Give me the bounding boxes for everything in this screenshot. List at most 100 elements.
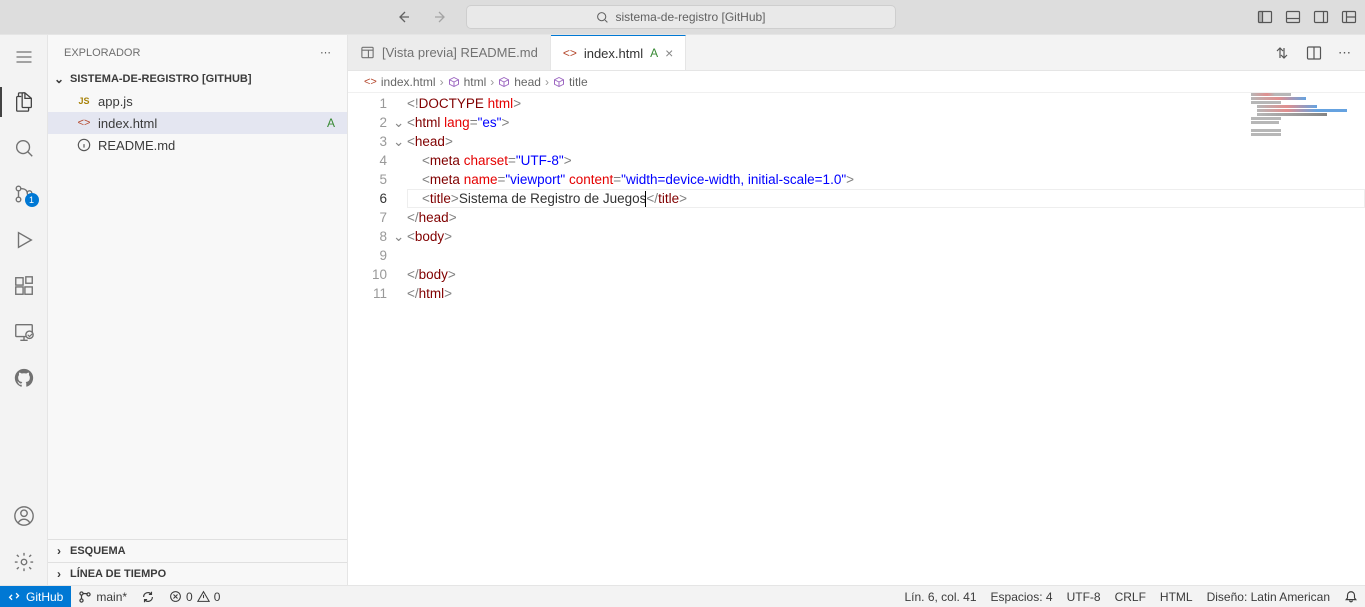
run-debug-icon[interactable] bbox=[0, 229, 48, 251]
file-label: index.html bbox=[98, 116, 157, 131]
branch-icon bbox=[78, 590, 92, 604]
js-icon: JS bbox=[76, 96, 92, 106]
preview-icon bbox=[360, 45, 375, 60]
breadcrumb-separator: › bbox=[440, 75, 444, 89]
github-icon[interactable] bbox=[0, 367, 48, 389]
indentation[interactable]: Espacios: 4 bbox=[984, 590, 1060, 604]
remote-indicator[interactable]: GitHub bbox=[0, 586, 71, 607]
main-area: 1 EXPLORADOR bbox=[0, 35, 1365, 585]
encoding[interactable]: UTF-8 bbox=[1060, 590, 1108, 604]
tab-label: [Vista previa] README.md bbox=[382, 45, 538, 60]
sidebar-explorer: EXPLORADOR ⋯ ⌄ SISTEMA-DE-REGISTRO [GITH… bbox=[48, 35, 348, 585]
symbol-icon bbox=[498, 76, 510, 88]
tab-bar: [Vista previa] README.md <> index.html A × ⋯ bbox=[348, 35, 1365, 71]
branch-name: main* bbox=[96, 590, 127, 604]
breadcrumb-separator: › bbox=[545, 75, 549, 89]
chevron-right-icon: › bbox=[52, 544, 66, 558]
code-lines[interactable]: <!DOCTYPE html><html lang="es"><head> <m… bbox=[407, 93, 1365, 585]
layout-controls bbox=[1257, 9, 1357, 25]
sync-icon bbox=[141, 590, 155, 604]
search-activity-icon[interactable] bbox=[0, 137, 48, 159]
chevron-right-icon: › bbox=[52, 567, 66, 581]
git-status-letter: A bbox=[650, 46, 658, 60]
branch-indicator[interactable]: main* bbox=[71, 590, 134, 604]
split-editor-icon[interactable] bbox=[1306, 45, 1322, 61]
file-item[interactable]: JS app.js bbox=[48, 90, 347, 112]
info-icon bbox=[76, 138, 92, 152]
notifications-icon[interactable] bbox=[1337, 590, 1365, 604]
tab-actions: ⋯ bbox=[1274, 35, 1365, 70]
eol[interactable]: CRLF bbox=[1108, 590, 1153, 604]
close-tab-icon[interactable]: × bbox=[665, 45, 673, 61]
timeline-section[interactable]: › LÍNEA DE TIEMPO bbox=[48, 562, 347, 585]
command-center-search[interactable]: sistema-de-registro [GitHub] bbox=[466, 5, 896, 29]
toggle-secondary-sidebar-icon[interactable] bbox=[1313, 9, 1329, 25]
line-gutter: 1234567891011 bbox=[348, 93, 393, 585]
accounts-icon[interactable] bbox=[0, 505, 48, 527]
cursor-position[interactable]: Lín. 6, col. 41 bbox=[897, 590, 983, 604]
outline-label: ESQUEMA bbox=[70, 545, 126, 557]
compare-changes-icon[interactable] bbox=[1274, 45, 1290, 61]
git-status-letter: A bbox=[327, 116, 335, 130]
file-label: app.js bbox=[98, 94, 133, 109]
editor-region: [Vista previa] README.md <> index.html A × ⋯… bbox=[348, 35, 1365, 585]
outline-section[interactable]: › ESQUEMA bbox=[48, 539, 347, 562]
sidebar-more-icon[interactable]: ⋯ bbox=[320, 46, 331, 59]
activity-bar: 1 bbox=[0, 35, 48, 585]
project-section-header[interactable]: ⌄ SISTEMA-DE-REGISTRO [GITHUB] bbox=[48, 70, 347, 88]
toggle-primary-sidebar-icon[interactable] bbox=[1257, 9, 1273, 25]
scm-badge: 1 bbox=[25, 193, 39, 207]
html-file-icon: <> bbox=[364, 76, 377, 88]
forward-arrow-icon[interactable] bbox=[432, 9, 448, 25]
editor-tab[interactable]: [Vista previa] README.md bbox=[348, 35, 551, 70]
sidebar-header: EXPLORADOR ⋯ bbox=[48, 35, 347, 70]
file-item[interactable]: README.md bbox=[48, 134, 347, 156]
more-actions-icon[interactable]: ⋯ bbox=[1338, 45, 1351, 61]
breadcrumb-item[interactable]: head bbox=[498, 75, 541, 89]
source-control-icon[interactable]: 1 bbox=[0, 183, 48, 205]
explorer-icon[interactable] bbox=[0, 91, 48, 113]
fold-column: ⌄⌄⌄ bbox=[393, 93, 407, 585]
status-bar: GitHub main* 0 0 Lín. 6, col. 41 Espacio… bbox=[0, 585, 1365, 607]
chevron-down-icon: ⌄ bbox=[52, 72, 66, 86]
search-text: sistema-de-registro [GitHub] bbox=[615, 10, 765, 24]
warning-count: 0 bbox=[214, 590, 221, 604]
warning-icon bbox=[197, 590, 210, 603]
keyboard-layout[interactable]: Diseño: Latin American bbox=[1200, 590, 1337, 604]
remote-label: GitHub bbox=[26, 590, 63, 604]
breadcrumb-separator: › bbox=[490, 75, 494, 89]
sync-indicator[interactable] bbox=[134, 590, 162, 604]
toggle-panel-icon[interactable] bbox=[1285, 9, 1301, 25]
remote-explorer-icon[interactable] bbox=[0, 321, 48, 343]
language-mode[interactable]: HTML bbox=[1153, 590, 1200, 604]
menu-icon[interactable] bbox=[0, 47, 48, 67]
problems-indicator[interactable]: 0 0 bbox=[162, 590, 227, 604]
minimap[interactable] bbox=[1251, 93, 1351, 173]
tab-label: index.html bbox=[584, 46, 643, 61]
timeline-label: LÍNEA DE TIEMPO bbox=[70, 568, 166, 580]
symbol-icon bbox=[448, 76, 460, 88]
sidebar-title: EXPLORADOR bbox=[64, 47, 140, 59]
back-arrow-icon[interactable] bbox=[396, 9, 412, 25]
extensions-icon[interactable] bbox=[0, 275, 48, 297]
project-name: SISTEMA-DE-REGISTRO [GITHUB] bbox=[70, 73, 252, 85]
error-icon bbox=[169, 590, 182, 603]
breadcrumb-item[interactable]: html bbox=[448, 75, 487, 89]
error-count: 0 bbox=[186, 590, 193, 604]
file-item[interactable]: <> index.html A bbox=[48, 112, 347, 134]
code-editor[interactable]: 1234567891011 ⌄⌄⌄ <!DOCTYPE html><html l… bbox=[348, 93, 1365, 585]
breadcrumb-label: title bbox=[569, 75, 588, 89]
breadcrumb-item[interactable]: title bbox=[553, 75, 588, 89]
titlebar: sistema-de-registro [GitHub] bbox=[0, 0, 1365, 35]
html-file-icon: <> bbox=[76, 117, 92, 129]
breadcrumb-label: index.html bbox=[381, 75, 436, 89]
html-file-icon: <> bbox=[563, 46, 577, 60]
editor-tab[interactable]: <> index.html A × bbox=[551, 35, 686, 70]
breadcrumb[interactable]: <>index.html›html›head›title bbox=[348, 71, 1365, 93]
settings-gear-icon[interactable] bbox=[0, 551, 48, 573]
breadcrumb-item[interactable]: <> index.html bbox=[364, 75, 436, 89]
search-icon bbox=[596, 11, 609, 24]
file-label: README.md bbox=[98, 138, 175, 153]
customize-layout-icon[interactable] bbox=[1341, 9, 1357, 25]
symbol-icon bbox=[553, 76, 565, 88]
